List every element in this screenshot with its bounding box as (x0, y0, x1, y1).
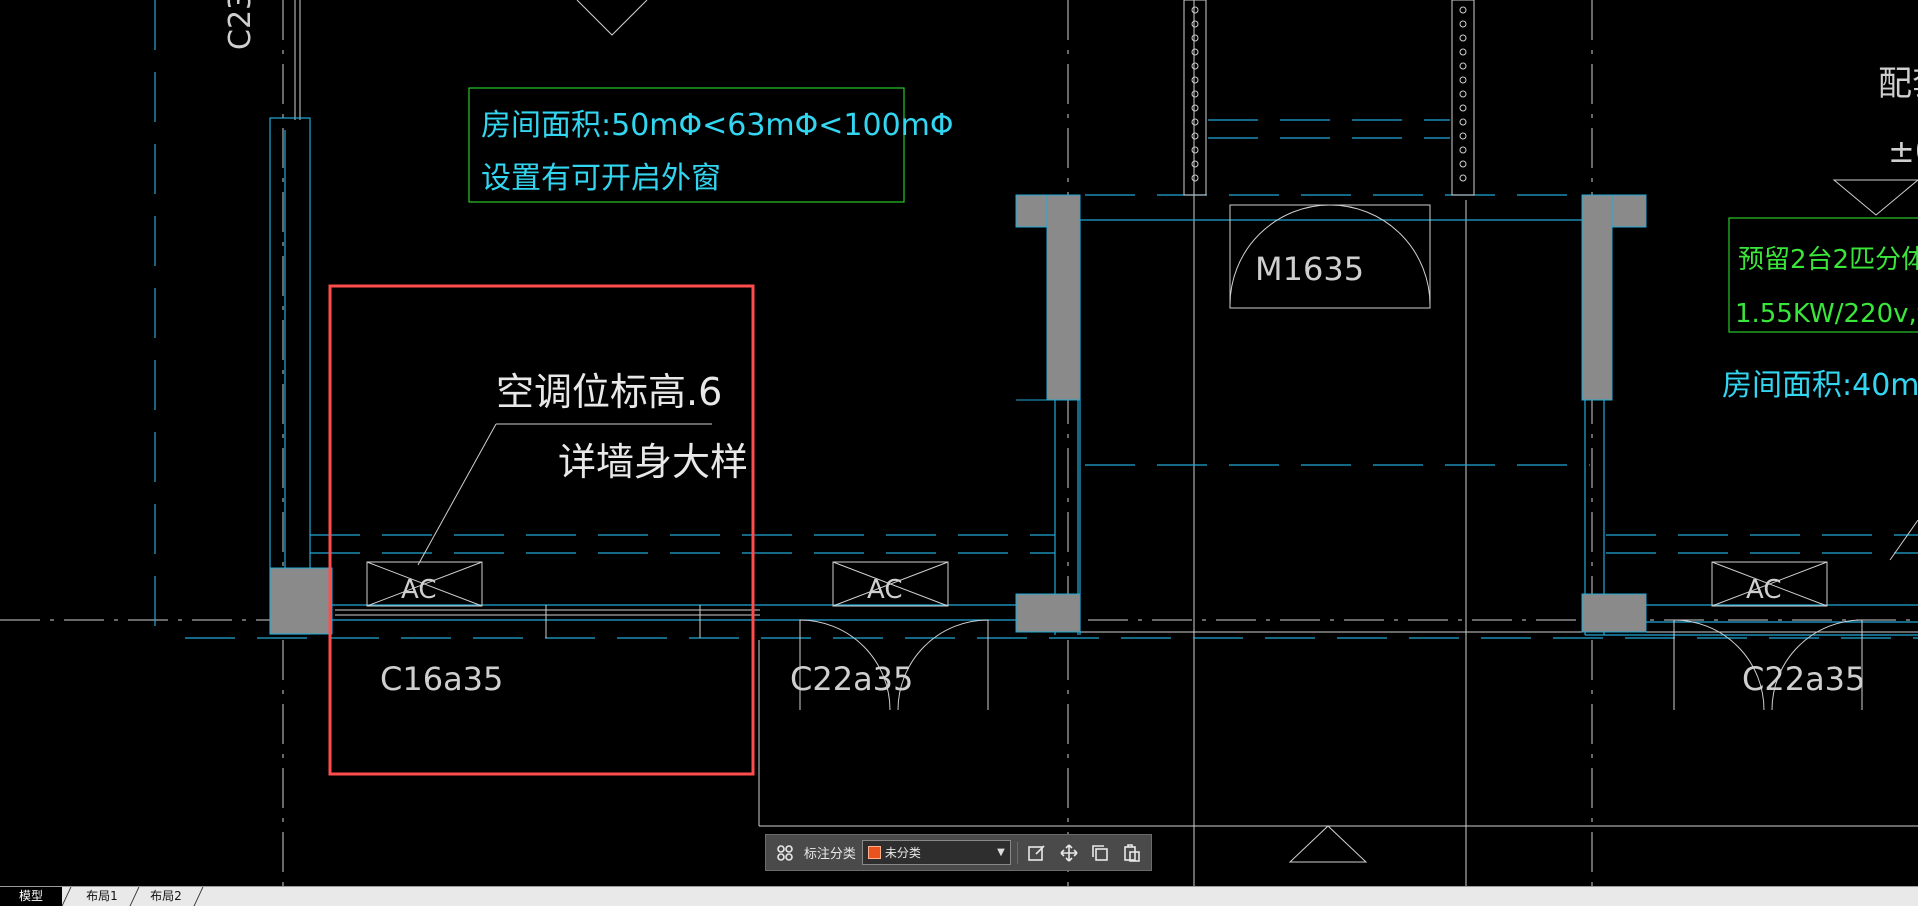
structural-columns (269, 194, 1647, 635)
top-left-label: C23 (223, 0, 258, 50)
cad-drawing-canvas[interactable]: C23 房间面积:50mΦ<63mΦ<100mΦ 设置有可开启外窗 配套 ±0 … (0, 0, 1918, 886)
pipe-shafts (1183, 0, 1475, 196)
room-note-line2: 设置有可开启外窗 (481, 161, 721, 196)
edit-icon[interactable] (1024, 840, 1050, 866)
tab-layout2[interactable]: 布局2 (134, 887, 198, 906)
window-label-1: C16a35 (380, 660, 503, 698)
selection-highlight-box[interactable] (328, 284, 755, 776)
category-value: 未分类 (884, 846, 921, 860)
toolbar-divider (1016, 841, 1018, 864)
tab-layout1[interactable]: 布局1 (70, 887, 134, 906)
ac-label-3: AC (1746, 575, 1781, 605)
elevation-label: ±0 (1888, 132, 1918, 170)
ac-label-1: AC (401, 575, 436, 605)
hvac-note-line2: 1.55KW/220v,详建 (1735, 299, 1918, 329)
ac-annotation-line1: 空调位标高.6 (496, 370, 722, 414)
layout-tab-bar: 模型 布局1 布局2 (0, 886, 1918, 906)
category-label: 标注分类 (803, 847, 856, 862)
dashed-beam-lines (154, 0, 1918, 640)
paste-icon[interactable] (1119, 840, 1145, 866)
grid-icon[interactable] (772, 840, 798, 866)
top-right-label: 配套 (1878, 64, 1918, 104)
grid-lines (0, 0, 1918, 886)
tab-model[interactable]: 模型 (0, 887, 62, 906)
move-icon[interactable] (1056, 840, 1082, 866)
door-label: M1635 (1255, 250, 1364, 288)
ac-annotation-line2: 详墙身大样 (558, 440, 748, 484)
room-note-right: 房间面积:40mΦ< (1722, 368, 1918, 403)
annotation-toolbar: 标注分类 未分类 ▼ (765, 834, 1152, 871)
hvac-note-line1: 预留2台2匹分体式风管机 (1738, 245, 1918, 275)
copy-icon[interactable] (1087, 840, 1113, 866)
chevron-down-icon: ▼ (997, 847, 1005, 858)
window-label-3: C22a35 (1742, 660, 1865, 698)
category-dropdown[interactable]: 未分类 ▼ (861, 840, 1011, 865)
category-color-swatch (867, 846, 881, 859)
ac-label-2: AC (867, 575, 902, 605)
window-label-2: C22a35 (790, 660, 913, 698)
room-note-line1: 房间面积:50mΦ<63mΦ<100mΦ (481, 108, 954, 143)
